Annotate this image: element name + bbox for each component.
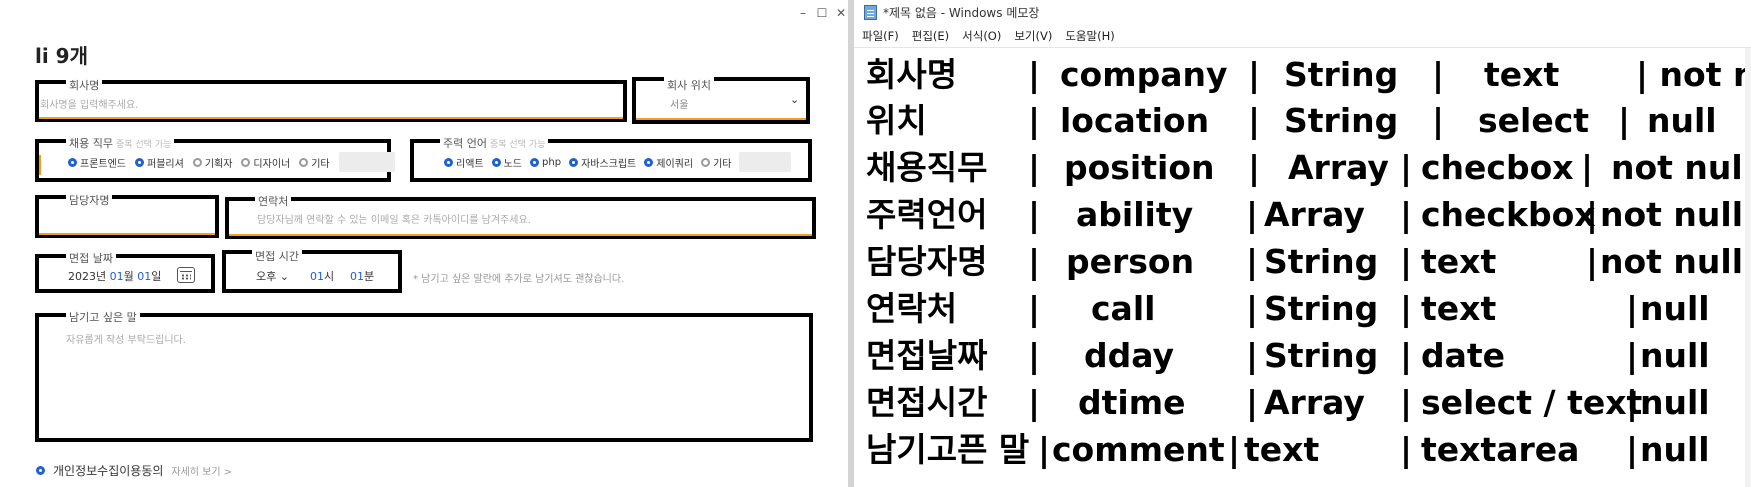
radio-icon xyxy=(444,157,453,167)
notepad-titlebar: *제목 없음 - Windows 메모장 xyxy=(864,4,1039,21)
ability-option-php[interactable]: php xyxy=(530,157,561,168)
radio-icon xyxy=(299,157,309,167)
radio-icon xyxy=(701,157,711,167)
dtime-minute-input[interactable]: 01분 xyxy=(350,268,374,284)
dtime-ampm-select[interactable]: 오후 ⌄ xyxy=(256,268,289,284)
vertical-scrollbar[interactable] xyxy=(1745,48,1751,487)
dday-value: 2023년 01월 01일 xyxy=(68,270,162,283)
ability-option-etc[interactable]: 기타 xyxy=(701,155,731,170)
notepad-window: *제목 없음 - Windows 메모장 파일(F) 편집(E) 서식(O) 보… xyxy=(854,0,1751,487)
focus-underline xyxy=(229,234,812,236)
privacy-more-link[interactable]: 자세히 보기 > xyxy=(171,463,232,478)
radio-icon xyxy=(491,157,501,167)
form-title: li 9개 xyxy=(35,44,88,68)
dtime-label: 면접 시간 xyxy=(252,248,302,264)
menu-format[interactable]: 서식(O) xyxy=(962,28,1001,44)
location-label: 회사 위치 xyxy=(664,77,714,93)
ability-etc-input[interactable] xyxy=(739,152,792,172)
call-label: 연락처 xyxy=(255,193,292,209)
ability-option-jquery[interactable]: 제이쿼리 xyxy=(644,155,693,170)
call-placeholder: 담당자님께 연락할 수 있는 이메일 혹은 카톡아이디를 남겨주세요. xyxy=(257,215,531,226)
radio-icon xyxy=(530,157,540,167)
location-value: 서울 xyxy=(670,100,689,111)
menu-edit[interactable]: 편집(E) xyxy=(912,28,949,44)
position-option-etc[interactable]: 기타 xyxy=(299,155,330,170)
radio-icon xyxy=(135,157,144,167)
location-select[interactable] xyxy=(632,77,810,124)
position-option-frontend[interactable]: 프론트엔드 xyxy=(68,155,126,170)
dday-label: 면접 날짜 xyxy=(66,250,116,266)
focus-underline xyxy=(636,118,806,120)
person-field[interactable] xyxy=(35,195,219,238)
person-label: 담당자명 xyxy=(66,192,113,208)
form-window: – ☐ ✕ li 9개 회사명 회사명을 입력해주세요. 회사 위치 서울 ⌄ … xyxy=(0,0,848,487)
privacy-label: 개인정보수집이용동의 xyxy=(53,464,164,478)
focus-underline xyxy=(39,233,215,235)
menu-view[interactable]: 보기(V) xyxy=(1014,28,1052,44)
ability-option-javascript[interactable]: 자바스크립트 xyxy=(569,155,636,170)
position-options: 프론트엔드 퍼블리셔 기획자 디자이너 기타 xyxy=(68,152,395,172)
menu-file[interactable]: 파일(F) xyxy=(862,28,899,44)
radio-icon xyxy=(192,157,202,167)
privacy-consent[interactable]: 개인정보수집이용동의 자세히 보기 > xyxy=(36,462,232,479)
position-label: 채용 직무 중복 선택 가능 xyxy=(66,135,175,151)
radio-icon xyxy=(36,466,45,475)
radio-icon xyxy=(644,157,654,167)
position-option-designer[interactable]: 디자이너 xyxy=(241,155,290,170)
dtime-hour-input[interactable]: 01시 xyxy=(310,268,334,284)
company-placeholder: 회사명을 입력해주세요. xyxy=(40,100,139,111)
notepad-icon xyxy=(864,5,877,20)
chevron-down-icon[interactable]: ⌄ xyxy=(790,93,799,106)
dtime-hint: * 남기고 싶은 말란에 추가로 남기셔도 괜찮습니다. xyxy=(413,274,625,285)
position-etc-input[interactable] xyxy=(338,152,395,172)
screen: – ☐ ✕ li 9개 회사명 회사명을 입력해주세요. 회사 위치 서울 ⌄ … xyxy=(0,0,1751,487)
focus-line xyxy=(39,155,41,175)
company-label: 회사명 xyxy=(66,77,103,93)
minimize-icon[interactable]: – xyxy=(796,6,810,20)
ability-options: 리액트 노드 php 자바스크립트 제이쿼리 기타 xyxy=(444,152,792,172)
notepad-title: *제목 없음 - Windows 메모장 xyxy=(883,6,1040,20)
maximize-icon[interactable]: ☐ xyxy=(815,6,829,20)
position-option-planner[interactable]: 기획자 xyxy=(192,155,232,170)
radio-icon xyxy=(68,157,77,167)
ability-label: 주력 언어 중복 선택 가능 xyxy=(440,135,549,151)
radio-icon xyxy=(241,157,251,167)
focus-underline xyxy=(39,117,623,119)
ability-option-node[interactable]: 노드 xyxy=(491,155,522,170)
position-option-publisher[interactable]: 퍼블리셔 xyxy=(135,155,184,170)
menubar-separator xyxy=(854,47,1751,48)
ability-option-react[interactable]: 리액트 xyxy=(444,155,484,170)
calendar-icon[interactable] xyxy=(177,267,195,283)
close-icon[interactable]: ✕ xyxy=(834,6,848,20)
radio-icon xyxy=(569,157,579,167)
comment-placeholder: 자유롭게 작성 부탁드립니다. xyxy=(66,335,186,346)
menu-help[interactable]: 도움말(H) xyxy=(1065,28,1114,44)
notepad-menubar: 파일(F) 편집(E) 서식(O) 보기(V) 도움말(H) xyxy=(862,28,1115,44)
comment-label: 남기고 싶은 말 xyxy=(66,309,140,325)
